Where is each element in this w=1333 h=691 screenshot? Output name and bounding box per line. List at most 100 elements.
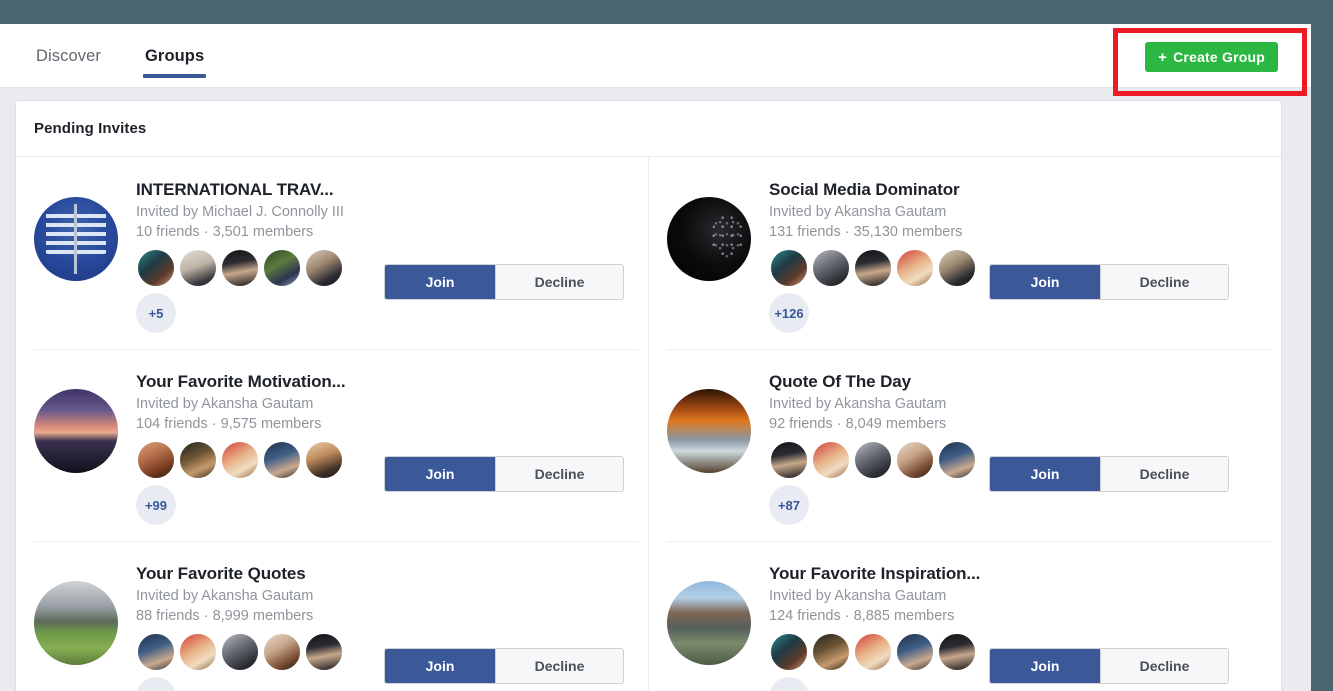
group-cover-image[interactable] [667,197,751,281]
join-button[interactable]: Join [990,457,1100,491]
more-friends-badge[interactable]: +99 [136,485,176,525]
group-meta: 92 friends · 8,049 members [769,416,947,432]
friend-avatar[interactable] [811,440,851,480]
friend-avatar[interactable] [262,248,302,288]
friend-avatar[interactable] [895,440,935,480]
pending-invites-card: Pending Invites INTERNATIONAL TRAV... Inv… [15,100,1282,691]
group-cover-image[interactable] [667,389,751,473]
friend-avatar[interactable] [769,248,809,288]
invite-actions: Join Decline [989,648,1229,684]
group-name[interactable]: Your Favorite Motivation... [136,371,648,393]
friend-avatar[interactable] [178,440,218,480]
join-button[interactable]: Join [990,265,1100,299]
friend-avatar[interactable] [895,632,935,672]
friend-avatar[interactable] [937,248,977,288]
join-button[interactable]: Join [385,457,495,491]
app-frame: Discover Groups + Create Group Pending I… [0,0,1333,691]
friend-avatar[interactable] [220,248,260,288]
friend-avatar[interactable] [853,632,893,672]
invite-body: Social Media Dominator Invited by Akansha… [769,173,1281,333]
friend-avatar[interactable] [853,248,893,288]
group-meta: 124 friends · 8,885 members [769,608,955,624]
join-button[interactable]: Join [385,649,495,683]
friend-avatar[interactable] [136,440,176,480]
friend-avatar[interactable] [769,440,809,480]
decline-button[interactable]: Decline [1100,457,1228,491]
join-button[interactable]: Join [990,649,1100,683]
more-friends-badge[interactable]: +83 [136,677,176,691]
friend-avatar[interactable] [811,248,851,288]
tab-groups[interactable]: Groups [142,24,207,88]
invite-body: Quote Of The Day Invited by Akansha Gauta… [769,365,1281,525]
invite-row: Your Favorite Motivation... Invited by Ak… [16,349,648,541]
invite-body: INTERNATIONAL TRAV... Invited by Michael … [136,173,648,333]
invited-by-label: Invited by Akansha Gautam [136,588,314,604]
friend-avatar[interactable] [304,632,344,672]
more-friends-badge[interactable]: +126 [769,293,809,333]
group-meta: 88 friends · 8,999 members [136,608,314,624]
friend-avatar[interactable] [220,632,260,672]
friend-avatar[interactable] [304,248,344,288]
invited-by-label: Invited by Michael J. Connolly III [136,204,344,220]
group-cover-image[interactable] [34,389,118,473]
group-cover-image[interactable] [667,581,751,665]
tab-discover[interactable]: Discover [34,24,103,88]
friend-avatar[interactable] [178,248,218,288]
friend-avatar[interactable] [895,248,935,288]
more-friends-badge[interactable]: +5 [136,293,176,333]
group-meta: 10 friends · 3,501 members [136,224,314,240]
tab-groups-label: Groups [144,46,205,65]
invite-actions: Join Decline [384,264,624,300]
group-name[interactable]: INTERNATIONAL TRAV... [136,179,648,201]
invite-actions: Join Decline [384,648,624,684]
friend-avatar[interactable] [178,632,218,672]
friend-avatar[interactable] [220,440,260,480]
friend-avatar[interactable] [937,440,977,480]
friend-avatar[interactable] [811,632,851,672]
friend-avatar[interactable] [304,440,344,480]
decline-button[interactable]: Decline [495,265,623,299]
invite-column-left: INTERNATIONAL TRAV... Invited by Michael … [16,157,648,691]
friend-avatar[interactable] [769,632,809,672]
group-cover-image[interactable] [34,197,118,281]
invite-row: Your Favorite Quotes Invited by Akansha G… [16,541,648,691]
invite-row: INTERNATIONAL TRAV... Invited by Michael … [16,157,648,349]
decline-button[interactable]: Decline [495,457,623,491]
more-friends-badge[interactable]: +119 [769,677,809,691]
invite-body: Your Favorite Motivation... Invited by Ak… [136,365,648,525]
card-header: Pending Invites [16,101,1281,157]
invite-column-right: Social Media Dominator Invited by Akansha… [649,157,1281,691]
invite-actions: Join Decline [989,456,1229,492]
group-meta: 131 friends · 35,130 members [769,224,963,240]
invited-by-label: Invited by Akansha Gautam [769,588,947,604]
decline-button[interactable]: Decline [1100,265,1228,299]
group-name[interactable]: Quote Of The Day [769,371,1281,393]
group-meta: 104 friends · 9,575 members [136,416,322,432]
invite-actions: Join Decline [989,264,1229,300]
more-friends-badge[interactable]: +87 [769,485,809,525]
invite-grid: INTERNATIONAL TRAV... Invited by Michael … [16,157,1281,691]
invite-actions: Join Decline [384,456,624,492]
invited-by-label: Invited by Akansha Gautam [769,396,947,412]
group-name[interactable]: Your Favorite Inspiration... [769,563,1281,585]
plus-icon: + [1158,48,1168,66]
friend-avatar[interactable] [937,632,977,672]
decline-button[interactable]: Decline [1100,649,1228,683]
create-group-button[interactable]: + Create Group [1145,42,1278,72]
group-name[interactable]: Social Media Dominator [769,179,1281,201]
friend-avatar[interactable] [262,440,302,480]
page-body: Pending Invites INTERNATIONAL TRAV... Inv… [0,88,1311,691]
invite-row: Quote Of The Day Invited by Akansha Gauta… [649,349,1281,541]
friend-avatar[interactable] [262,632,302,672]
group-cover-image[interactable] [34,581,118,665]
decline-button[interactable]: Decline [495,649,623,683]
card-title: Pending Invites [34,120,147,137]
friend-avatar[interactable] [136,248,176,288]
friend-avatar[interactable] [853,440,893,480]
tab-list: Discover Groups [34,24,207,88]
join-button[interactable]: Join [385,265,495,299]
friend-avatar[interactable] [136,632,176,672]
tab-discover-label: Discover [36,46,101,65]
invite-row: Your Favorite Inspiration... Invited by A… [649,541,1281,691]
group-name[interactable]: Your Favorite Quotes [136,563,648,585]
